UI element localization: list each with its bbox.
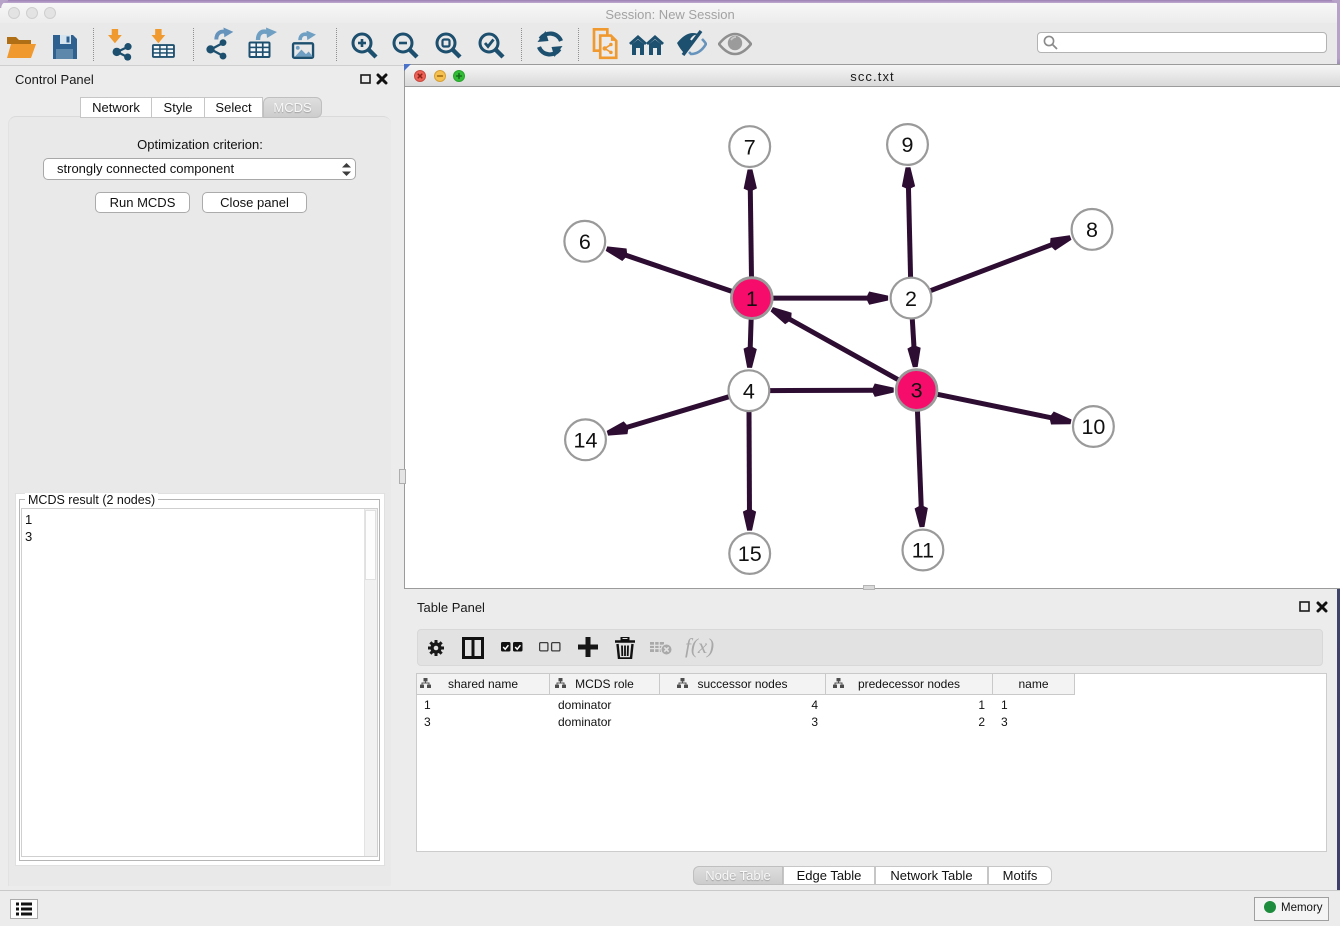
svg-text:3: 3 (911, 379, 923, 403)
svg-text:7: 7 (744, 135, 756, 159)
svg-text:4: 4 (743, 379, 755, 403)
svg-text:15: 15 (738, 542, 762, 566)
svg-text:2: 2 (905, 287, 917, 311)
svg-text:9: 9 (902, 133, 914, 157)
svg-text:6: 6 (579, 230, 591, 254)
svg-text:8: 8 (1086, 218, 1098, 242)
svg-text:1: 1 (746, 287, 758, 311)
svg-text:10: 10 (1081, 415, 1105, 439)
svg-text:11: 11 (912, 539, 934, 563)
svg-text:14: 14 (574, 429, 598, 453)
